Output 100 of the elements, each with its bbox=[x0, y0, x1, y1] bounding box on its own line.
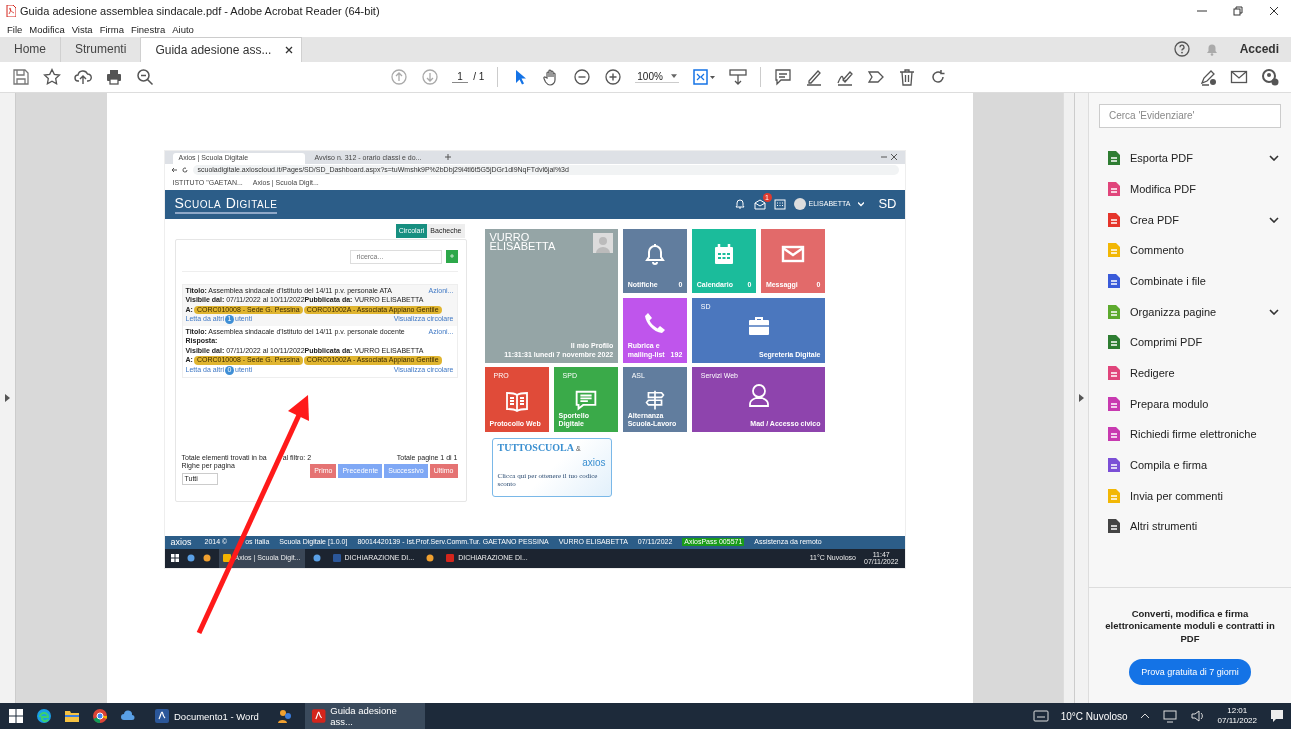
chevron-down-icon[interactable] bbox=[1269, 216, 1279, 223]
comment-icon[interactable] bbox=[773, 67, 792, 86]
tool-item[interactable]: Compila e firma bbox=[1099, 449, 1281, 481]
restore-icon[interactable] bbox=[1233, 6, 1243, 16]
word-icon bbox=[154, 708, 170, 724]
menu-item[interactable]: Vista bbox=[71, 23, 93, 35]
edge-icon[interactable] bbox=[36, 708, 52, 724]
signpost-icon bbox=[643, 389, 667, 412]
upload-icon[interactable] bbox=[74, 67, 92, 86]
speaker-icon[interactable] bbox=[1189, 708, 1206, 724]
reload-icon[interactable] bbox=[181, 166, 188, 173]
clock-date[interactable]: 07/11/2022 bbox=[1217, 716, 1257, 726]
folder-icon[interactable] bbox=[202, 554, 211, 563]
brand-mark: SD bbox=[878, 196, 897, 212]
close-icon[interactable] bbox=[890, 154, 897, 161]
avatar-icon[interactable] bbox=[793, 198, 806, 211]
weather[interactable]: 10°C Nuvoloso bbox=[1060, 710, 1128, 722]
save-icon[interactable] bbox=[12, 67, 30, 86]
menu-item[interactable]: Aiuto bbox=[172, 23, 194, 35]
zoom-dropdown[interactable]: 100% bbox=[635, 70, 679, 83]
scrollbar[interactable] bbox=[1063, 92, 1074, 703]
tool-item[interactable]: Comprimi PDF bbox=[1099, 327, 1281, 358]
zoom-out-icon[interactable] bbox=[136, 67, 154, 86]
fit-page-icon[interactable] bbox=[691, 67, 716, 86]
people-icon[interactable] bbox=[276, 708, 293, 724]
briefcase-icon bbox=[746, 314, 771, 338]
sign-in-link[interactable]: Accedi bbox=[1239, 42, 1279, 57]
chat-icon bbox=[573, 389, 598, 412]
taskbar-app[interactable]: Guida adesione ass... bbox=[304, 703, 425, 729]
app-logo[interactable]: Scuola Digitale bbox=[174, 194, 278, 214]
add-button[interactable] bbox=[445, 249, 458, 263]
tool-item[interactable]: Combinate i file bbox=[1099, 265, 1281, 297]
word-icon bbox=[332, 554, 341, 563]
menu-item[interactable]: File bbox=[7, 23, 23, 35]
windows-icon[interactable] bbox=[170, 554, 179, 563]
close-icon[interactable] bbox=[1269, 6, 1279, 16]
zoom-in-icon[interactable] bbox=[604, 67, 623, 86]
back-icon[interactable] bbox=[170, 166, 177, 173]
window-title: Guida adesione assemblea sindacale.pdf - Adobe Acrobat Reader (64-bit) bbox=[20, 5, 380, 17]
zoom-out-icon[interactable] bbox=[573, 67, 592, 86]
folder-icon[interactable] bbox=[64, 708, 80, 724]
page-number-field[interactable]: 1 bbox=[452, 70, 469, 83]
calendar-icon[interactable] bbox=[773, 198, 786, 211]
network-icon[interactable] bbox=[1161, 708, 1178, 724]
pdf-icon bbox=[6, 5, 16, 17]
tool-item[interactable]: Organizza pagine bbox=[1099, 296, 1281, 327]
add-user-icon[interactable] bbox=[1261, 67, 1279, 86]
notification-icon[interactable] bbox=[1269, 708, 1285, 724]
tab[interactable]: Home bbox=[0, 36, 61, 62]
tool-item[interactable]: Crea PDF bbox=[1099, 204, 1281, 235]
print-icon[interactable] bbox=[105, 67, 123, 86]
free-trial-button[interactable]: Prova gratuita di 7 giorni bbox=[1129, 659, 1251, 685]
taskbar-app[interactable]: Documento1 - Word bbox=[148, 703, 265, 729]
tab[interactable]: Guida adesione ass... bbox=[141, 36, 303, 62]
tool-item[interactable]: Richiedi firme elettroniche bbox=[1099, 419, 1281, 450]
chevron-down-icon[interactable] bbox=[1269, 308, 1279, 315]
chevron-up-icon[interactable] bbox=[1139, 713, 1150, 719]
avatar-icon bbox=[593, 232, 614, 253]
tool-item[interactable]: Redigere bbox=[1099, 357, 1281, 389]
tool-item[interactable]: Prepara modulo bbox=[1099, 388, 1281, 420]
new-tab-icon[interactable] bbox=[444, 154, 451, 161]
footer-logo: axios bbox=[170, 537, 193, 548]
tool-item[interactable]: Commento bbox=[1099, 234, 1281, 266]
menu-item[interactable]: Modifica bbox=[29, 23, 65, 35]
app-icon[interactable] bbox=[312, 554, 321, 563]
mail-icon[interactable] bbox=[753, 198, 766, 211]
menu-item[interactable]: Finestra bbox=[130, 23, 166, 35]
search-field[interactable]: Cerca 'Evidenziare' bbox=[1099, 103, 1281, 128]
profile-name: ELISABETTA bbox=[489, 242, 556, 252]
tool-item[interactable]: Modifica PDF bbox=[1099, 173, 1281, 205]
tool-item[interactable]: Esporta PDF bbox=[1099, 142, 1281, 174]
weather-icon[interactable] bbox=[1032, 708, 1049, 724]
menu-item[interactable]: Firma bbox=[99, 23, 124, 35]
scroll-mode-icon[interactable] bbox=[728, 67, 747, 86]
bell-icon[interactable] bbox=[733, 198, 746, 211]
chevron-down-icon[interactable] bbox=[1269, 155, 1279, 162]
pdf-icon bbox=[446, 554, 455, 563]
promo-text: Converti, modifica e firma elettronicamente moduli e contratti in PDF bbox=[1104, 607, 1276, 645]
page-total: / 1 bbox=[473, 71, 485, 83]
caret-icon bbox=[670, 74, 677, 79]
trash-icon[interactable] bbox=[897, 67, 916, 86]
partner-logo: axios bbox=[581, 457, 606, 468]
clock-time[interactable]: 12:01 bbox=[1227, 706, 1248, 716]
help-icon[interactable] bbox=[1173, 41, 1190, 58]
tool-item[interactable]: Invia per commenti bbox=[1099, 480, 1281, 512]
expand-icon[interactable] bbox=[5, 393, 10, 402]
edge-icon[interactable] bbox=[186, 554, 195, 563]
book-icon bbox=[504, 389, 529, 414]
person-icon bbox=[746, 383, 771, 408]
tool-item[interactable]: Altri strumenti bbox=[1099, 511, 1281, 542]
bell-icon bbox=[643, 241, 667, 266]
close-icon[interactable] bbox=[285, 45, 294, 54]
profile-name: VURRO bbox=[489, 232, 530, 243]
pdf-icon bbox=[310, 708, 327, 724]
star-icon[interactable] bbox=[43, 67, 61, 86]
promo-brand: TUTTOSCUOLA bbox=[497, 441, 574, 454]
plus-icon bbox=[449, 254, 454, 259]
windows-icon[interactable] bbox=[8, 708, 24, 724]
expand-icon[interactable] bbox=[1079, 393, 1084, 402]
people-icon[interactable] bbox=[426, 554, 435, 563]
